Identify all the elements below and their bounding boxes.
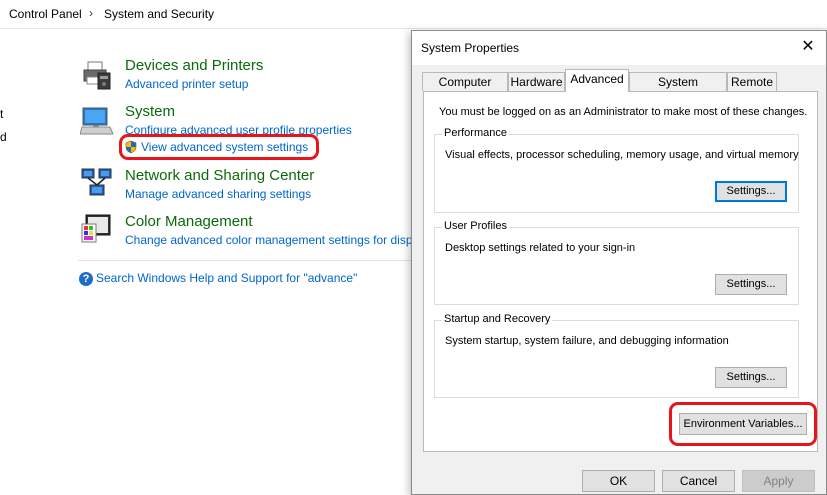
- help-icon[interactable]: ?: [79, 272, 93, 286]
- startup-recovery-group: Startup and Recovery System startup, sys…: [434, 313, 799, 398]
- devices-and-printers-title[interactable]: Devices and Printers: [125, 57, 263, 74]
- tab-hardware[interactable]: Hardware: [508, 72, 565, 91]
- admin-note: You must be logged on as an Administrato…: [439, 106, 808, 118]
- performance-group: Performance Visual effects, processor sc…: [434, 127, 799, 213]
- breadcrumb-control-panel[interactable]: Control Panel: [9, 7, 82, 21]
- tab-remote[interactable]: Remote: [727, 72, 777, 91]
- network-and-sharing-center-title[interactable]: Network and Sharing Center: [125, 167, 314, 184]
- user-profiles-label: User Profiles: [442, 220, 509, 232]
- network-icon[interactable]: [80, 166, 114, 200]
- startup-recovery-label: Startup and Recovery: [442, 313, 553, 325]
- performance-label: Performance: [442, 127, 509, 139]
- change-color-management-link[interactable]: Change advanced color management setting…: [125, 233, 411, 247]
- breadcrumb-separator: ›: [89, 6, 93, 20]
- tab-system-protection[interactable]: System Protection: [629, 72, 727, 107]
- dialog-title: System Properties: [421, 41, 520, 55]
- search-help-link[interactable]: Search Windows Help and Support for "adv…: [96, 271, 357, 285]
- configure-user-profile-link[interactable]: Configure advanced user profile properti…: [125, 123, 352, 137]
- color-management-icon[interactable]: [80, 213, 114, 247]
- cancel-button[interactable]: Cancel: [662, 470, 735, 492]
- uac-shield-icon: [124, 140, 138, 154]
- tab-advanced[interactable]: Advanced: [565, 69, 629, 92]
- header-divider: [0, 28, 827, 29]
- user-profiles-group: User Profiles Desktop settings related t…: [434, 220, 799, 305]
- startup-recovery-settings-button[interactable]: Settings...: [715, 367, 787, 388]
- view-advanced-system-settings-link[interactable]: View advanced system settings: [141, 140, 308, 154]
- user-profiles-description: Desktop settings related to your sign-in: [445, 242, 636, 254]
- startup-recovery-description: System startup, system failure, and debu…: [445, 335, 729, 347]
- ok-button[interactable]: OK: [582, 470, 655, 492]
- printer-icon[interactable]: [80, 59, 114, 93]
- performance-description: Visual effects, processor scheduling, me…: [445, 149, 799, 161]
- environment-variables-button[interactable]: Environment Variables...: [679, 413, 807, 435]
- computer-icon[interactable]: [79, 104, 114, 138]
- left-edge-text-fragment: d: [0, 130, 7, 144]
- close-icon[interactable]: ✕: [796, 36, 820, 60]
- color-management-title[interactable]: Color Management: [125, 213, 253, 230]
- user-profiles-settings-button[interactable]: Settings...: [715, 274, 787, 295]
- performance-settings-button[interactable]: Settings...: [715, 181, 787, 202]
- section-divider: [78, 260, 411, 261]
- advanced-printer-setup-link[interactable]: Advanced printer setup: [125, 77, 248, 91]
- system-properties-dialog: System Properties ✕ Computer Name Hardwa…: [411, 30, 827, 495]
- left-edge-text-fragment: t: [0, 107, 4, 121]
- dialog-titlebar[interactable]: System Properties ✕: [412, 31, 826, 65]
- tab-computer-name[interactable]: Computer Name: [422, 72, 508, 107]
- system-title[interactable]: System: [125, 103, 175, 120]
- advanced-tab-panel: You must be logged on as an Administrato…: [423, 91, 818, 452]
- manage-advanced-sharing-link[interactable]: Manage advanced sharing settings: [125, 187, 311, 201]
- breadcrumb-system-and-security[interactable]: System and Security: [104, 7, 214, 21]
- breadcrumb: Control Panel › System and Security: [0, 0, 827, 29]
- apply-button[interactable]: Apply: [742, 470, 815, 492]
